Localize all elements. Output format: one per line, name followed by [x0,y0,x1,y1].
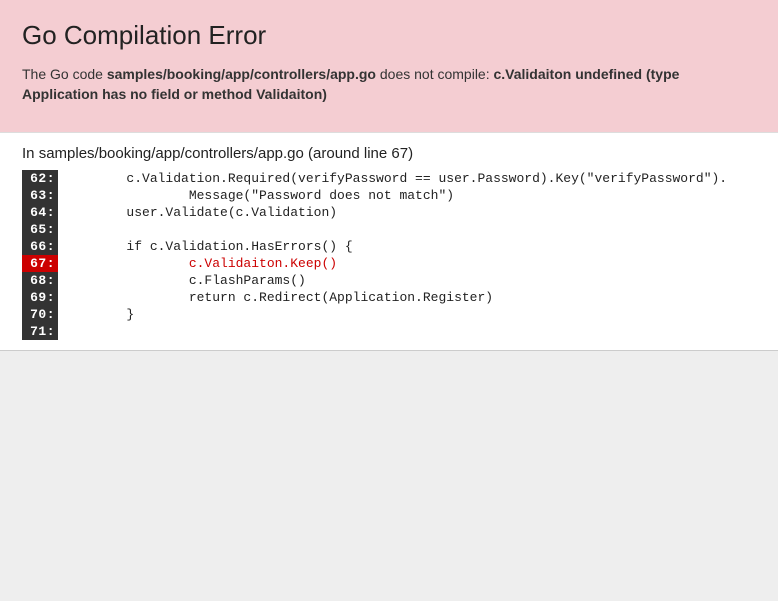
line-number: 66: [22,238,58,255]
code-lines-container: 62: c.Validation.Required(verifyPassword… [0,170,778,340]
code-heading-prefix: In [22,145,39,162]
code-line: 63: Message("Password does not match") [0,187,778,204]
desc-prefix: The Go code [22,66,107,82]
line-number: 71: [22,323,58,340]
code-section: In samples/booking/app/controllers/app.g… [0,133,778,351]
code-heading-suffix: (around line 67) [304,145,413,162]
line-number: 67: [22,255,58,272]
line-content: c.Validation.Required(verifyPassword == … [58,170,727,187]
line-number: 62: [22,170,58,187]
error-header: Go Compilation Error The Go code samples… [0,0,778,133]
line-number: 69: [22,289,58,306]
line-number: 64: [22,204,58,221]
code-heading-file: samples/booking/app/controllers/app.go [39,145,304,162]
code-line: 67: c.Validaiton.Keep() [0,255,778,272]
line-content: user.Validate(c.Validation) [58,204,337,221]
code-line: 66: if c.Validation.HasErrors() { [0,238,778,255]
line-number: 68: [22,272,58,289]
line-content: c.Validaiton.Keep() [58,255,337,272]
line-content: Message("Password does not match") [58,187,454,204]
line-number: 70: [22,306,58,323]
code-line: 71: [0,323,778,340]
desc-mid: does not compile: [376,66,494,82]
line-content: if c.Validation.HasErrors() { [58,238,353,255]
code-heading: In samples/booking/app/controllers/app.g… [0,145,778,170]
line-content [58,221,64,238]
desc-file-path: samples/booking/app/controllers/app.go [107,66,376,82]
line-content: c.FlashParams() [58,272,306,289]
error-title: Go Compilation Error [22,20,756,51]
code-line: 69: return c.Redirect(Application.Regist… [0,289,778,306]
code-line: 62: c.Validation.Required(verifyPassword… [0,170,778,187]
line-content: return c.Redirect(Application.Register) [58,289,493,306]
error-description: The Go code samples/booking/app/controll… [22,65,756,104]
code-line: 70: } [0,306,778,323]
code-line: 68: c.FlashParams() [0,272,778,289]
code-line: 65: [0,221,778,238]
line-number: 63: [22,187,58,204]
line-content [58,323,64,340]
code-line: 64: user.Validate(c.Validation) [0,204,778,221]
line-number: 65: [22,221,58,238]
line-content: } [58,306,134,323]
